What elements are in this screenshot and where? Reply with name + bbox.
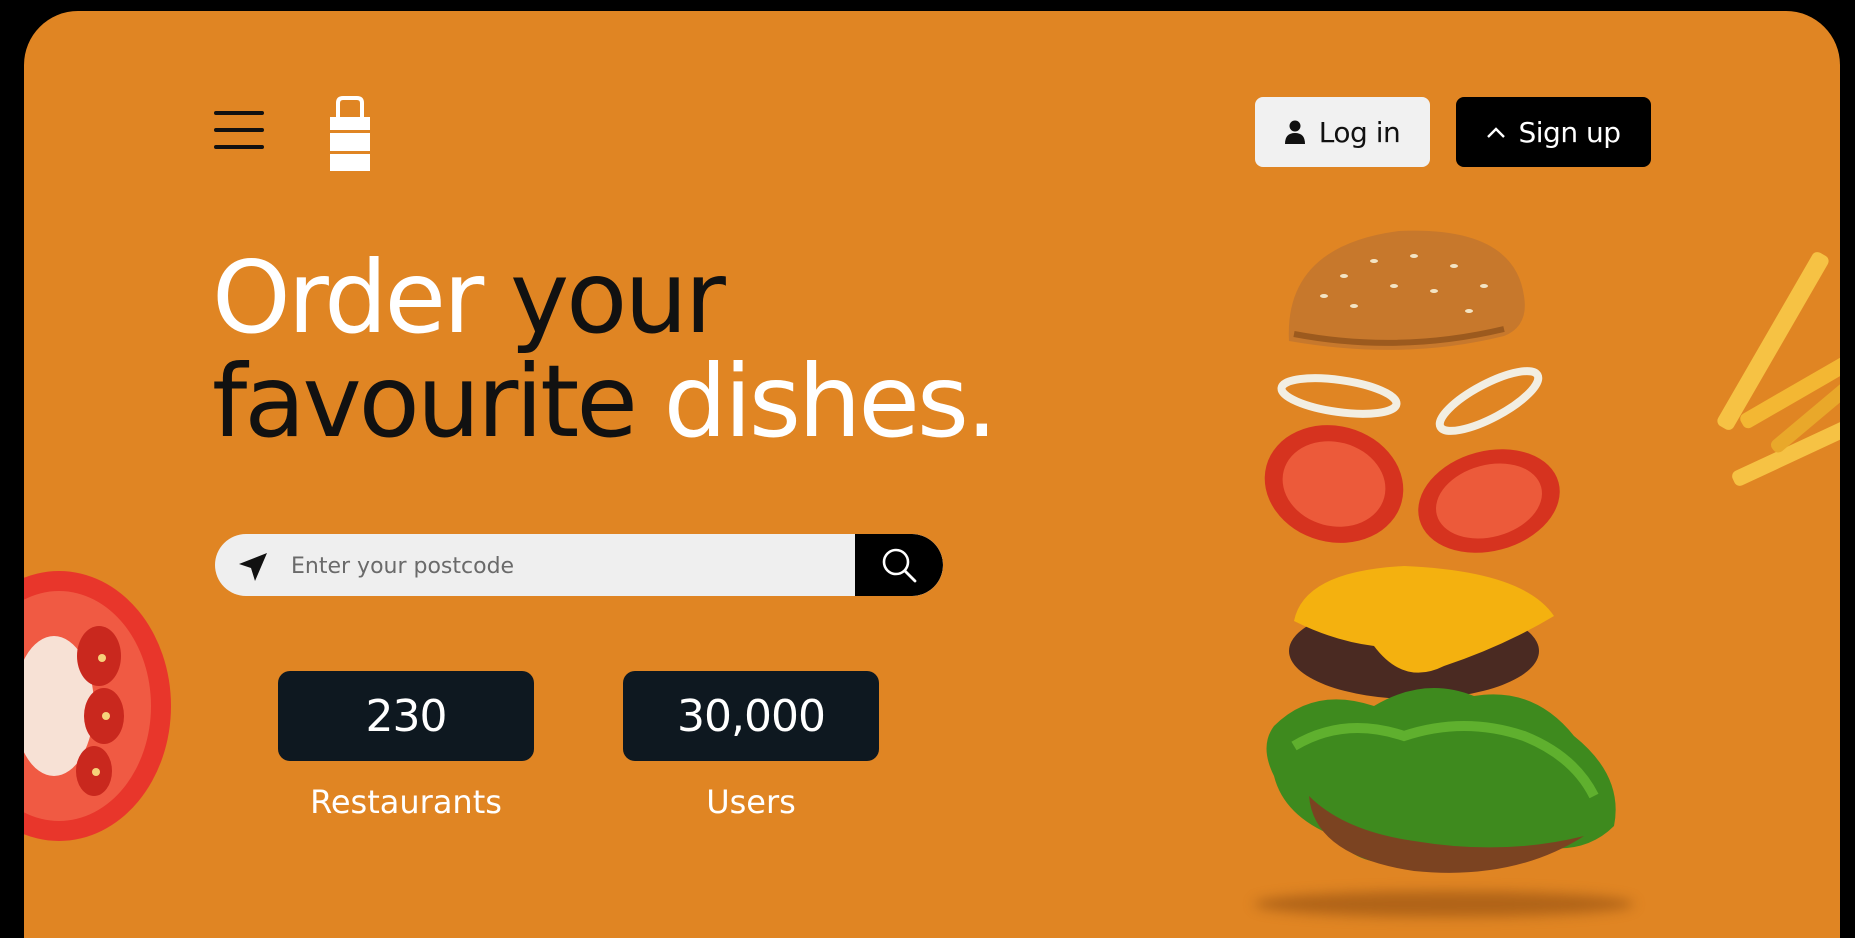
shopping-bag-logo-icon[interactable] — [327, 96, 373, 172]
floating-burger-image — [1264, 230, 1616, 873]
login-button[interactable]: Log in — [1255, 97, 1430, 167]
search-button[interactable] — [855, 534, 943, 596]
headline-word-your: your — [509, 239, 726, 356]
signup-label: Sign up — [1518, 115, 1622, 149]
stat-users-count: 30,000 — [623, 671, 879, 761]
signup-button[interactable]: Sign up — [1456, 97, 1651, 167]
stat-users-label: Users — [706, 783, 796, 821]
stat-restaurants-count: 230 — [278, 671, 534, 761]
headline-word-favourite: favourite — [212, 343, 638, 460]
chevron-up-icon — [1486, 127, 1505, 138]
headline-word-order: Order — [212, 239, 484, 356]
search-icon — [882, 548, 917, 583]
postcode-input[interactable] — [289, 534, 853, 596]
hero-card: Log in Sign up Order your favourite dish… — [24, 11, 1840, 938]
location-arrow-icon — [239, 553, 267, 581]
french-fries-image — [1717, 252, 1840, 486]
login-label: Log in — [1318, 115, 1401, 149]
stat-restaurants-label: Restaurants — [310, 783, 502, 821]
postcode-search-bar — [215, 534, 943, 596]
hero-headline: Order your favourite dishes. — [212, 246, 998, 454]
user-icon — [1284, 120, 1305, 144]
burger-shadow — [1254, 891, 1634, 917]
tomato-slice-image — [24, 571, 171, 841]
headline-word-dishes: dishes. — [663, 343, 998, 460]
hamburger-menu-icon[interactable] — [214, 111, 264, 151]
